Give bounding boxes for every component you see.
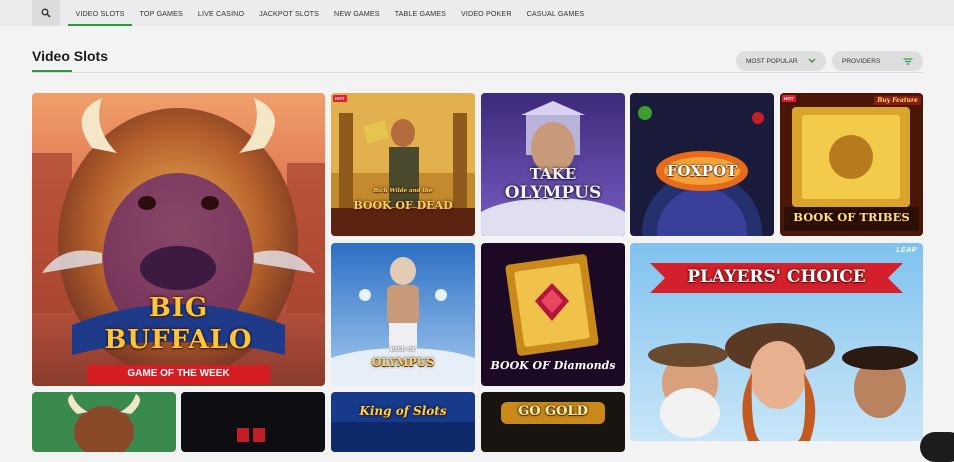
leap-provider-logo: LEAP (896, 247, 917, 254)
sort-dropdown[interactable]: MOST POPULAR (736, 51, 826, 71)
page-title: Video Slots (32, 48, 108, 64)
tab-table-games[interactable]: TABLE GAMES (387, 0, 453, 26)
take-olympus-title-line2: OLYMPUS (504, 183, 602, 203)
game-tile-dark[interactable] (181, 392, 325, 452)
game-tile-book-of-tribes[interactable]: HOT Buy Feature BOOK OF TRIBES (780, 93, 923, 236)
buy-feature-badge: Buy Feature (874, 96, 921, 105)
tab-video-slots[interactable]: VIDEO SLOTS (68, 0, 133, 26)
providers-filter-label: PROVIDERS (842, 57, 881, 65)
big-buffalo-title-line1: BIG (148, 293, 209, 323)
king-of-slots-artwork (331, 392, 475, 452)
providers-filter[interactable]: PROVIDERS (832, 51, 923, 71)
go-gold-title: GO GOLD (518, 404, 588, 419)
book-of-tribes-title: BOOK OF TRIBES (793, 210, 910, 224)
game-tile-big-buffalo[interactable]: BIG BUFFALO GAME OF THE WEEK (32, 93, 325, 386)
rise-of-olympus-title: OLYMPUS (371, 356, 435, 369)
header-divider (32, 72, 923, 73)
rise-of-olympus-subtitle: RISE OF (390, 347, 416, 353)
game-tile-take-olympus[interactable]: TAKE OLYMPUS (481, 93, 625, 236)
game-tile-foxpot[interactable]: FOXPOT (630, 93, 774, 236)
category-nav: VIDEO SLOTS TOP GAMES LIVE CASINO JACKPO… (0, 0, 954, 26)
game-tile-go-gold[interactable]: GO GOLD (481, 392, 625, 452)
game-tile-book-of-diamonds[interactable]: BOOK OF Diamonds (481, 243, 625, 386)
sort-dropdown-label: MOST POPULAR (746, 57, 798, 65)
search-icon (41, 8, 51, 18)
tab-jackpot-slots[interactable]: JACKPOT SLOTS (252, 0, 327, 26)
big-buffalo-title-line2: BUFFALO (104, 325, 253, 355)
players-choice-title: PLAYERS' CHOICE (687, 267, 866, 287)
go-gold-artwork (481, 392, 625, 452)
game-of-the-week-banner: GAME OF THE WEEK (127, 368, 230, 379)
tab-video-poker[interactable]: VIDEO POKER (453, 0, 519, 26)
title-underline (32, 70, 72, 72)
tab-new-games[interactable]: NEW GAMES (327, 0, 388, 26)
game-tile-rise-of-olympus[interactable]: RISE OF OLYMPUS (331, 243, 475, 386)
hot-badge: HOT (782, 95, 796, 102)
book-of-dead-title: BOOK OF DEAD (353, 199, 453, 212)
hot-badge: HOT (333, 95, 347, 102)
tab-casual-games[interactable]: CASUAL GAMES (519, 0, 592, 26)
bull-game-artwork (32, 392, 176, 452)
book-of-dead-subtitle: Rich Wilde and the (373, 188, 433, 194)
search-button[interactable] (32, 0, 60, 26)
book-of-diamonds-title: BOOK OF Diamonds (490, 359, 616, 372)
filter-icon (903, 57, 913, 65)
game-tile-bull[interactable] (32, 392, 176, 452)
chevron-down-icon (808, 58, 816, 63)
tab-live-casino[interactable]: LIVE CASINO (190, 0, 251, 26)
chat-button[interactable] (920, 432, 954, 462)
foxpot-title: FOXPOT (666, 162, 738, 180)
game-tile-king-of-slots[interactable]: King of Slots (331, 392, 475, 452)
tab-top-games[interactable]: TOP GAMES (132, 0, 190, 26)
book-of-dead-artwork (331, 93, 475, 236)
take-olympus-title-line1: TAKE (529, 165, 577, 183)
game-tile-players-choice[interactable]: LEAP PLAYERS' CHOICE (630, 243, 923, 441)
king-of-slots-title: King of Slots (359, 404, 447, 418)
game-tile-book-of-dead[interactable]: HOT Rich Wilde and the BOOK OF DEAD (331, 93, 475, 236)
dark-game-artwork (181, 392, 325, 452)
nav-tabs: VIDEO SLOTS TOP GAMES LIVE CASINO JACKPO… (68, 0, 592, 26)
